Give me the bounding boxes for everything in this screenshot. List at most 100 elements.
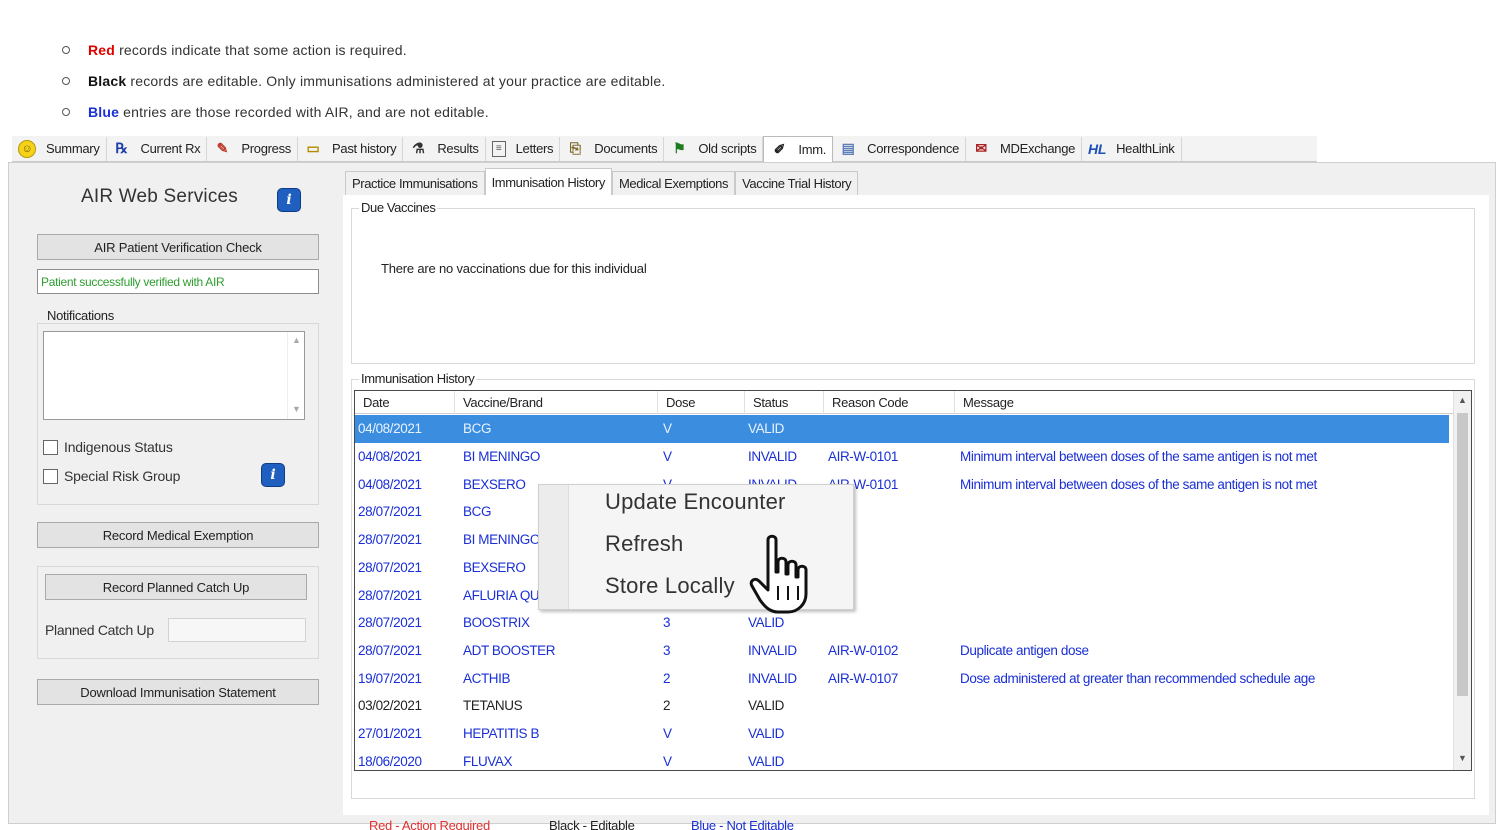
tab-practice-immunisations[interactable]: Practice Immunisations xyxy=(345,171,485,195)
tab-past-history[interactable]: ▭ Past history xyxy=(298,136,404,161)
tab-medical-exemptions[interactable]: Medical Exemptions xyxy=(611,171,736,195)
cell-vaccine: AFLURIA QU xyxy=(463,587,540,603)
column-message[interactable]: Message xyxy=(955,391,1455,414)
tab-current-rx[interactable]: ℞ Current Rx xyxy=(107,136,208,161)
record-planned-catch-up-button[interactable]: Record Planned Catch Up xyxy=(45,574,307,600)
tab-correspondence[interactable]: ▤ Correspondence xyxy=(833,136,967,161)
info-icon[interactable]: i xyxy=(277,188,301,212)
history-label: Immunisation History xyxy=(359,371,477,386)
table-row[interactable]: 28/07/2021 BCG xyxy=(355,498,1449,526)
air-verify-button[interactable]: AIR Patient Verification Check xyxy=(37,234,319,260)
progress-icon: ✎ xyxy=(216,140,229,156)
table-row[interactable]: 19/07/2021 ACTHIB 2 INVALID AIR-W-0107 Dose a… xyxy=(355,664,1449,692)
note-text: records are editable. Only immunisations… xyxy=(130,72,666,89)
cell-reason-code: AIR-W-0107 xyxy=(828,670,899,686)
notifications-box[interactable]: ▲ ▼ xyxy=(43,331,305,420)
tab-documents[interactable]: ⎘ Documents xyxy=(560,136,665,161)
cell-reason-code: AIR-W-0102 xyxy=(828,642,899,658)
table-row[interactable]: 28/07/2021 AFLURIA QU xyxy=(355,581,1449,609)
tab-old-scripts[interactable]: ⚑ Old scripts xyxy=(664,136,764,161)
scroll-down-icon: ▼ xyxy=(1458,753,1467,763)
cell-status: INVALID xyxy=(748,449,797,465)
table-scrollbar[interactable]: ▲ ▼ xyxy=(1453,391,1471,770)
tab-vaccine-trial-history[interactable]: Vaccine Trial History xyxy=(735,171,859,195)
cell-message: Duplicate antigen dose xyxy=(960,642,1089,658)
cell-vaccine: BEXSERO xyxy=(463,476,526,492)
note-keyword: Blue xyxy=(88,103,120,120)
note-keyword: Black xyxy=(88,72,127,89)
tab-imm[interactable]: ✐ Imm. xyxy=(763,135,834,162)
table-row[interactable]: 18/06/2020 FLUVAX V VALID xyxy=(355,747,1449,770)
planned-catch-up-label: Planned Catch Up xyxy=(45,622,154,638)
cell-message: Dose administered at greater than recomm… xyxy=(960,670,1316,686)
menu-item-update-encounter[interactable]: Update Encounter xyxy=(605,489,786,515)
download-statement-button[interactable]: Download Immunisation Statement xyxy=(37,679,319,705)
cell-date: 04/08/2021 xyxy=(358,421,422,437)
column-status[interactable]: Status xyxy=(745,391,824,414)
info-icon[interactable]: i xyxy=(261,463,285,487)
column-dose[interactable]: Dose xyxy=(658,391,745,414)
notifications-scrollbar[interactable]: ▲ ▼ xyxy=(287,332,304,419)
special-risk-checkbox[interactable]: Special Risk Group xyxy=(43,468,180,484)
flask-icon: ⚗ xyxy=(412,140,425,156)
cell-date: 03/02/2021 xyxy=(358,698,422,714)
cell-date: 28/07/2021 xyxy=(358,615,422,631)
tab-results[interactable]: ⚗ Results xyxy=(403,136,486,161)
tab-label: Correspondence xyxy=(867,141,960,156)
checkbox-label: Indigenous Status xyxy=(64,439,173,455)
table-row[interactable]: 27/01/2021 HEPATITIS B V VALID xyxy=(355,720,1449,748)
air-sidebar: AIR Web Services i AIR Patient Verificat… xyxy=(35,163,329,823)
indigenous-status-checkbox[interactable]: Indigenous Status xyxy=(43,439,173,455)
cell-vaccine: BCG xyxy=(463,504,492,520)
cell-date: 28/07/2021 xyxy=(358,587,422,603)
folder-icon: ▭ xyxy=(306,140,320,156)
table-row[interactable]: 28/07/2021 ADT BOOSTER 3 INVALID AIR-W-0102 D… xyxy=(355,637,1449,665)
column-reason-code[interactable]: Reason Code xyxy=(824,391,955,414)
notifications-label: Notifications xyxy=(45,308,116,323)
column-date[interactable]: Date xyxy=(355,391,455,414)
rx-icon: ℞ xyxy=(115,140,128,157)
tab-letters[interactable]: ≡ Letters xyxy=(486,136,561,161)
tab-mdexchange[interactable]: ✉ MDExchange xyxy=(966,136,1083,161)
scroll-thumb[interactable] xyxy=(1457,413,1468,696)
tab-label: Letters xyxy=(515,141,554,156)
planned-catch-up-field[interactable] xyxy=(168,618,306,642)
table-row[interactable]: 04/08/2021BEXSEROVINVALIDAIR-W-0101Minim… xyxy=(355,470,1449,498)
menu-icon-strip xyxy=(539,485,569,609)
cell-vaccine: TETANUS xyxy=(463,698,523,714)
immunisation-history-table: Date Vaccine/Brand Dose Status Reason Co… xyxy=(354,390,1472,771)
table-row[interactable]: 03/02/2021 TETANUS 2 VALID xyxy=(355,692,1449,720)
cell-vaccine: ACTHIB xyxy=(463,670,511,686)
cell-date: 28/07/2021 xyxy=(358,559,422,575)
cell-reason-code: AIR-W-0101 xyxy=(828,449,899,465)
tab-summary[interactable]: ☺ Summary xyxy=(12,136,107,161)
air-title: AIR Web Services xyxy=(81,186,239,207)
tab-label: HealthLink xyxy=(1116,141,1175,156)
cell-status: VALID xyxy=(748,753,785,769)
legend-black: Black - Editable xyxy=(549,818,635,830)
cell-vaccine: ADT BOOSTER xyxy=(463,642,556,658)
tab-immunisation-history[interactable]: Immunisation History xyxy=(484,168,612,195)
cell-dose: V xyxy=(663,726,672,742)
table-row[interactable]: 04/08/2021 BCG V VALID xyxy=(355,415,1449,443)
cell-status: INVALID xyxy=(748,642,797,658)
tab-label: Old scripts xyxy=(698,141,757,156)
menu-item-refresh[interactable]: Refresh xyxy=(605,531,683,557)
column-vaccine[interactable]: Vaccine/Brand xyxy=(455,391,658,414)
record-tabs: ☺ Summary ℞ Current Rx ✎ Progress ▭ Past his… xyxy=(12,135,1317,162)
record-medical-exemption-button[interactable]: Record Medical Exemption xyxy=(37,522,319,548)
note-blue: Blue entries are those recorded with AIR… xyxy=(62,96,962,127)
tab-progress[interactable]: ✎ Progress xyxy=(207,136,299,161)
tab-healthlink[interactable]: HL HealthLink xyxy=(1082,136,1182,161)
table-row[interactable]: 28/07/2021 BOOSTRIX 3 VALID xyxy=(355,609,1449,637)
tab-label: Imm. xyxy=(798,141,827,157)
menu-item-store-locally[interactable]: Store Locally xyxy=(605,573,735,599)
note-text: records indicate that some action is req… xyxy=(119,41,407,58)
tab-label: Past history xyxy=(332,141,397,156)
checkbox-icon xyxy=(43,468,58,484)
paperclip-icon: ⎘ xyxy=(569,140,581,156)
table-row[interactable]: 28/07/2021 BEXSERO xyxy=(355,554,1449,582)
tab-label: Progress xyxy=(241,141,292,156)
table-row[interactable]: 04/08/2021 BI MENINGO V INVALID AIR-W-0101 Mi… xyxy=(355,443,1449,471)
table-row[interactable]: 28/07/2021 BI MENINGO xyxy=(355,526,1449,554)
